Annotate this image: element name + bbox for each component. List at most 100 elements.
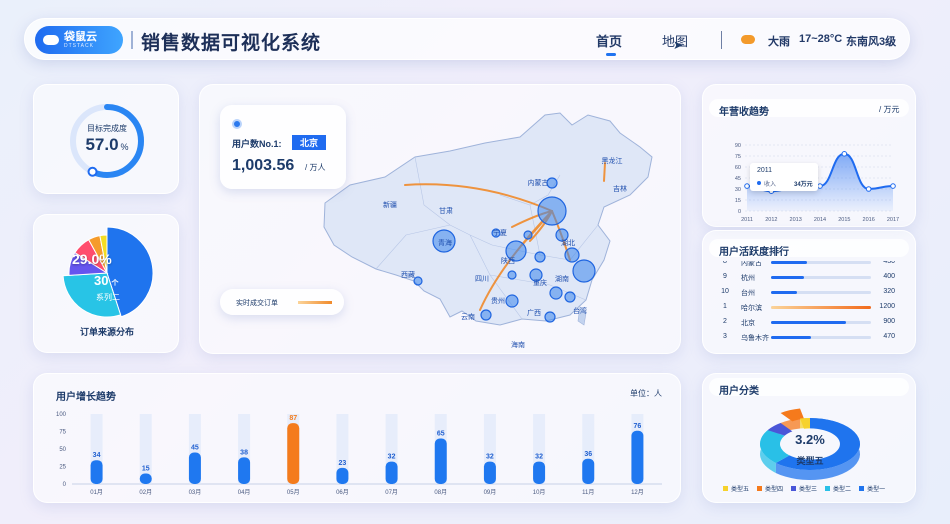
x-tick-label: 2017	[887, 217, 899, 223]
province-label: 云南	[461, 312, 475, 321]
x-tick-label: 05月	[287, 489, 300, 496]
y-tick-label: 0	[738, 209, 741, 215]
ranking-row[interactable]: 9 杭州 400	[703, 273, 917, 287]
y-tick-label: 60	[735, 165, 741, 171]
province-label: 青海	[438, 238, 452, 247]
revenue-trend-card: 年营收趋势 / 万元 0 15 30 45 60 75 90 2011 2012 2013 2014…	[702, 84, 916, 227]
province-label: 吉林	[613, 184, 627, 193]
x-tick-label: 12月	[631, 489, 644, 496]
bar[interactable]	[188, 452, 201, 485]
province-label: 西藏	[401, 270, 415, 279]
x-tick-label: 2012	[765, 217, 777, 223]
legend-item[interactable]: 类型三	[791, 484, 817, 493]
bar[interactable]	[434, 438, 447, 485]
province-label: 内蒙古	[528, 178, 549, 187]
ranking-row[interactable]: 2 北京 900	[703, 318, 917, 332]
order-count-value: 30	[94, 273, 109, 288]
rank-number: 8	[723, 261, 727, 265]
nav-tab-home[interactable]: 首页	[596, 31, 622, 56]
province-label: 新疆	[383, 200, 397, 209]
bar[interactable]	[238, 457, 251, 484]
x-tick-label: 07月	[385, 489, 398, 496]
legend-swatch	[757, 486, 763, 491]
x-tick-label: 2014	[814, 217, 826, 223]
top-header: 袋鼠云 DTSTACK 销售数据可视化系统 首页 地图 ➤ 大雨 17~28°C…	[24, 18, 910, 60]
rank-value: 1200	[879, 303, 895, 310]
bar[interactable]	[631, 430, 644, 484]
bar-value-label: 23	[339, 460, 347, 467]
legend-swatch	[825, 486, 831, 491]
bar-value-label: 45	[191, 445, 199, 452]
revenue-point[interactable]	[865, 186, 872, 192]
legend-item[interactable]: 类型五	[723, 484, 749, 493]
bar[interactable]	[336, 467, 349, 484]
ranking-row[interactable]: 3 乌鲁木齐 470	[703, 333, 917, 347]
legend-item[interactable]: 类型四	[757, 484, 783, 493]
legend-swatch	[723, 486, 728, 491]
y-tick-label: 100	[56, 412, 67, 418]
legend-label: 类型四	[765, 487, 784, 493]
bar[interactable]	[139, 473, 152, 485]
bar-value-label: 32	[486, 454, 494, 461]
category-center-label: 类型五	[796, 456, 824, 466]
legend-item[interactable]: 类型一	[859, 484, 885, 493]
legend-item[interactable]: 类型二	[825, 484, 851, 493]
revenue-point[interactable]	[817, 183, 823, 189]
bar[interactable]	[582, 458, 595, 484]
user-category-card: 用户分类 3.2% 类型五 类型五 类型四 类型三 类型二 类型一	[702, 373, 916, 503]
logo-subtext: DTSTACK	[64, 42, 94, 49]
x-tick-label: 2011	[741, 217, 753, 223]
bar[interactable]	[483, 461, 496, 484]
rank-value: 400	[883, 273, 895, 280]
y-tick-label: 45	[735, 176, 741, 182]
ranking-row[interactable]: 8 内蒙古 430	[703, 261, 917, 272]
x-tick-label: 2016	[863, 217, 875, 223]
top-city-badge: 北京	[292, 135, 327, 150]
bar-value-label: 65	[437, 431, 445, 438]
activity-list[interactable]: 8 内蒙古 430 9 杭州 400 10 台州 320 1 哈尔滨 1200 2 北京…	[703, 261, 917, 351]
ranking-row[interactable]: 10 台州 320	[703, 288, 917, 302]
brand-logo[interactable]: 袋鼠云 DTSTACK	[35, 26, 123, 54]
bar[interactable]	[90, 460, 103, 484]
rank-city: 台州	[741, 290, 755, 297]
x-tick-label: 2015	[838, 217, 850, 223]
y-tick-label: 90	[735, 143, 741, 149]
weather-cloud-icon	[741, 35, 755, 44]
rank-number: 1	[723, 303, 727, 310]
rank-number: 9	[723, 273, 727, 280]
rank-city: 杭州	[741, 275, 755, 282]
rank-number: 10	[721, 288, 729, 295]
revenue-point[interactable]	[841, 151, 848, 157]
bar-value-label: 34	[93, 452, 101, 459]
rank-value: 430	[883, 261, 895, 265]
rank-bar-fill	[771, 321, 846, 324]
bar[interactable]	[385, 461, 398, 484]
legend-label: 类型三	[799, 487, 818, 493]
y-tick-label: 0	[63, 482, 67, 488]
order-legend-line	[298, 301, 332, 304]
rank-city: 北京	[741, 320, 755, 327]
tooltip-dot	[757, 181, 761, 185]
top-users-panel: 用户数No.1: 北京 1,003.56 / 万人	[220, 105, 346, 189]
header-divider	[131, 31, 133, 49]
cloud-logo-icon	[43, 35, 59, 45]
order-count-unit: 个	[111, 280, 119, 287]
rank-city: 乌鲁木齐	[741, 335, 769, 342]
weather-wind: 东南风3级	[846, 36, 897, 48]
bar-value-label: 15	[142, 466, 150, 473]
weather-condition: 大雨	[768, 36, 790, 48]
bar[interactable]	[287, 423, 300, 484]
china-map-card: 内蒙古 黑龙江 吉林 新疆 甘肃 青海 宁夏 陕西 西藏 四川 湖北 重庆 贵州 云南 广西 湖南 台湾 海南 用…	[199, 84, 681, 354]
target-value-row: 57.0%	[34, 135, 180, 155]
bar[interactable]	[533, 461, 546, 484]
legend-swatch	[859, 486, 865, 491]
ranking-row[interactable]: 1 哈尔滨 1200	[703, 303, 917, 317]
revenue-point[interactable]	[890, 183, 896, 189]
bar-value-label: 76	[634, 423, 642, 430]
location-dot-icon	[232, 119, 242, 129]
province-label: 陕西	[501, 256, 515, 265]
revenue-point[interactable]	[744, 183, 750, 189]
province-label: 广西	[527, 308, 541, 317]
x-tick-label: 10月	[533, 489, 546, 496]
order-series-label: 系列二	[96, 293, 120, 302]
